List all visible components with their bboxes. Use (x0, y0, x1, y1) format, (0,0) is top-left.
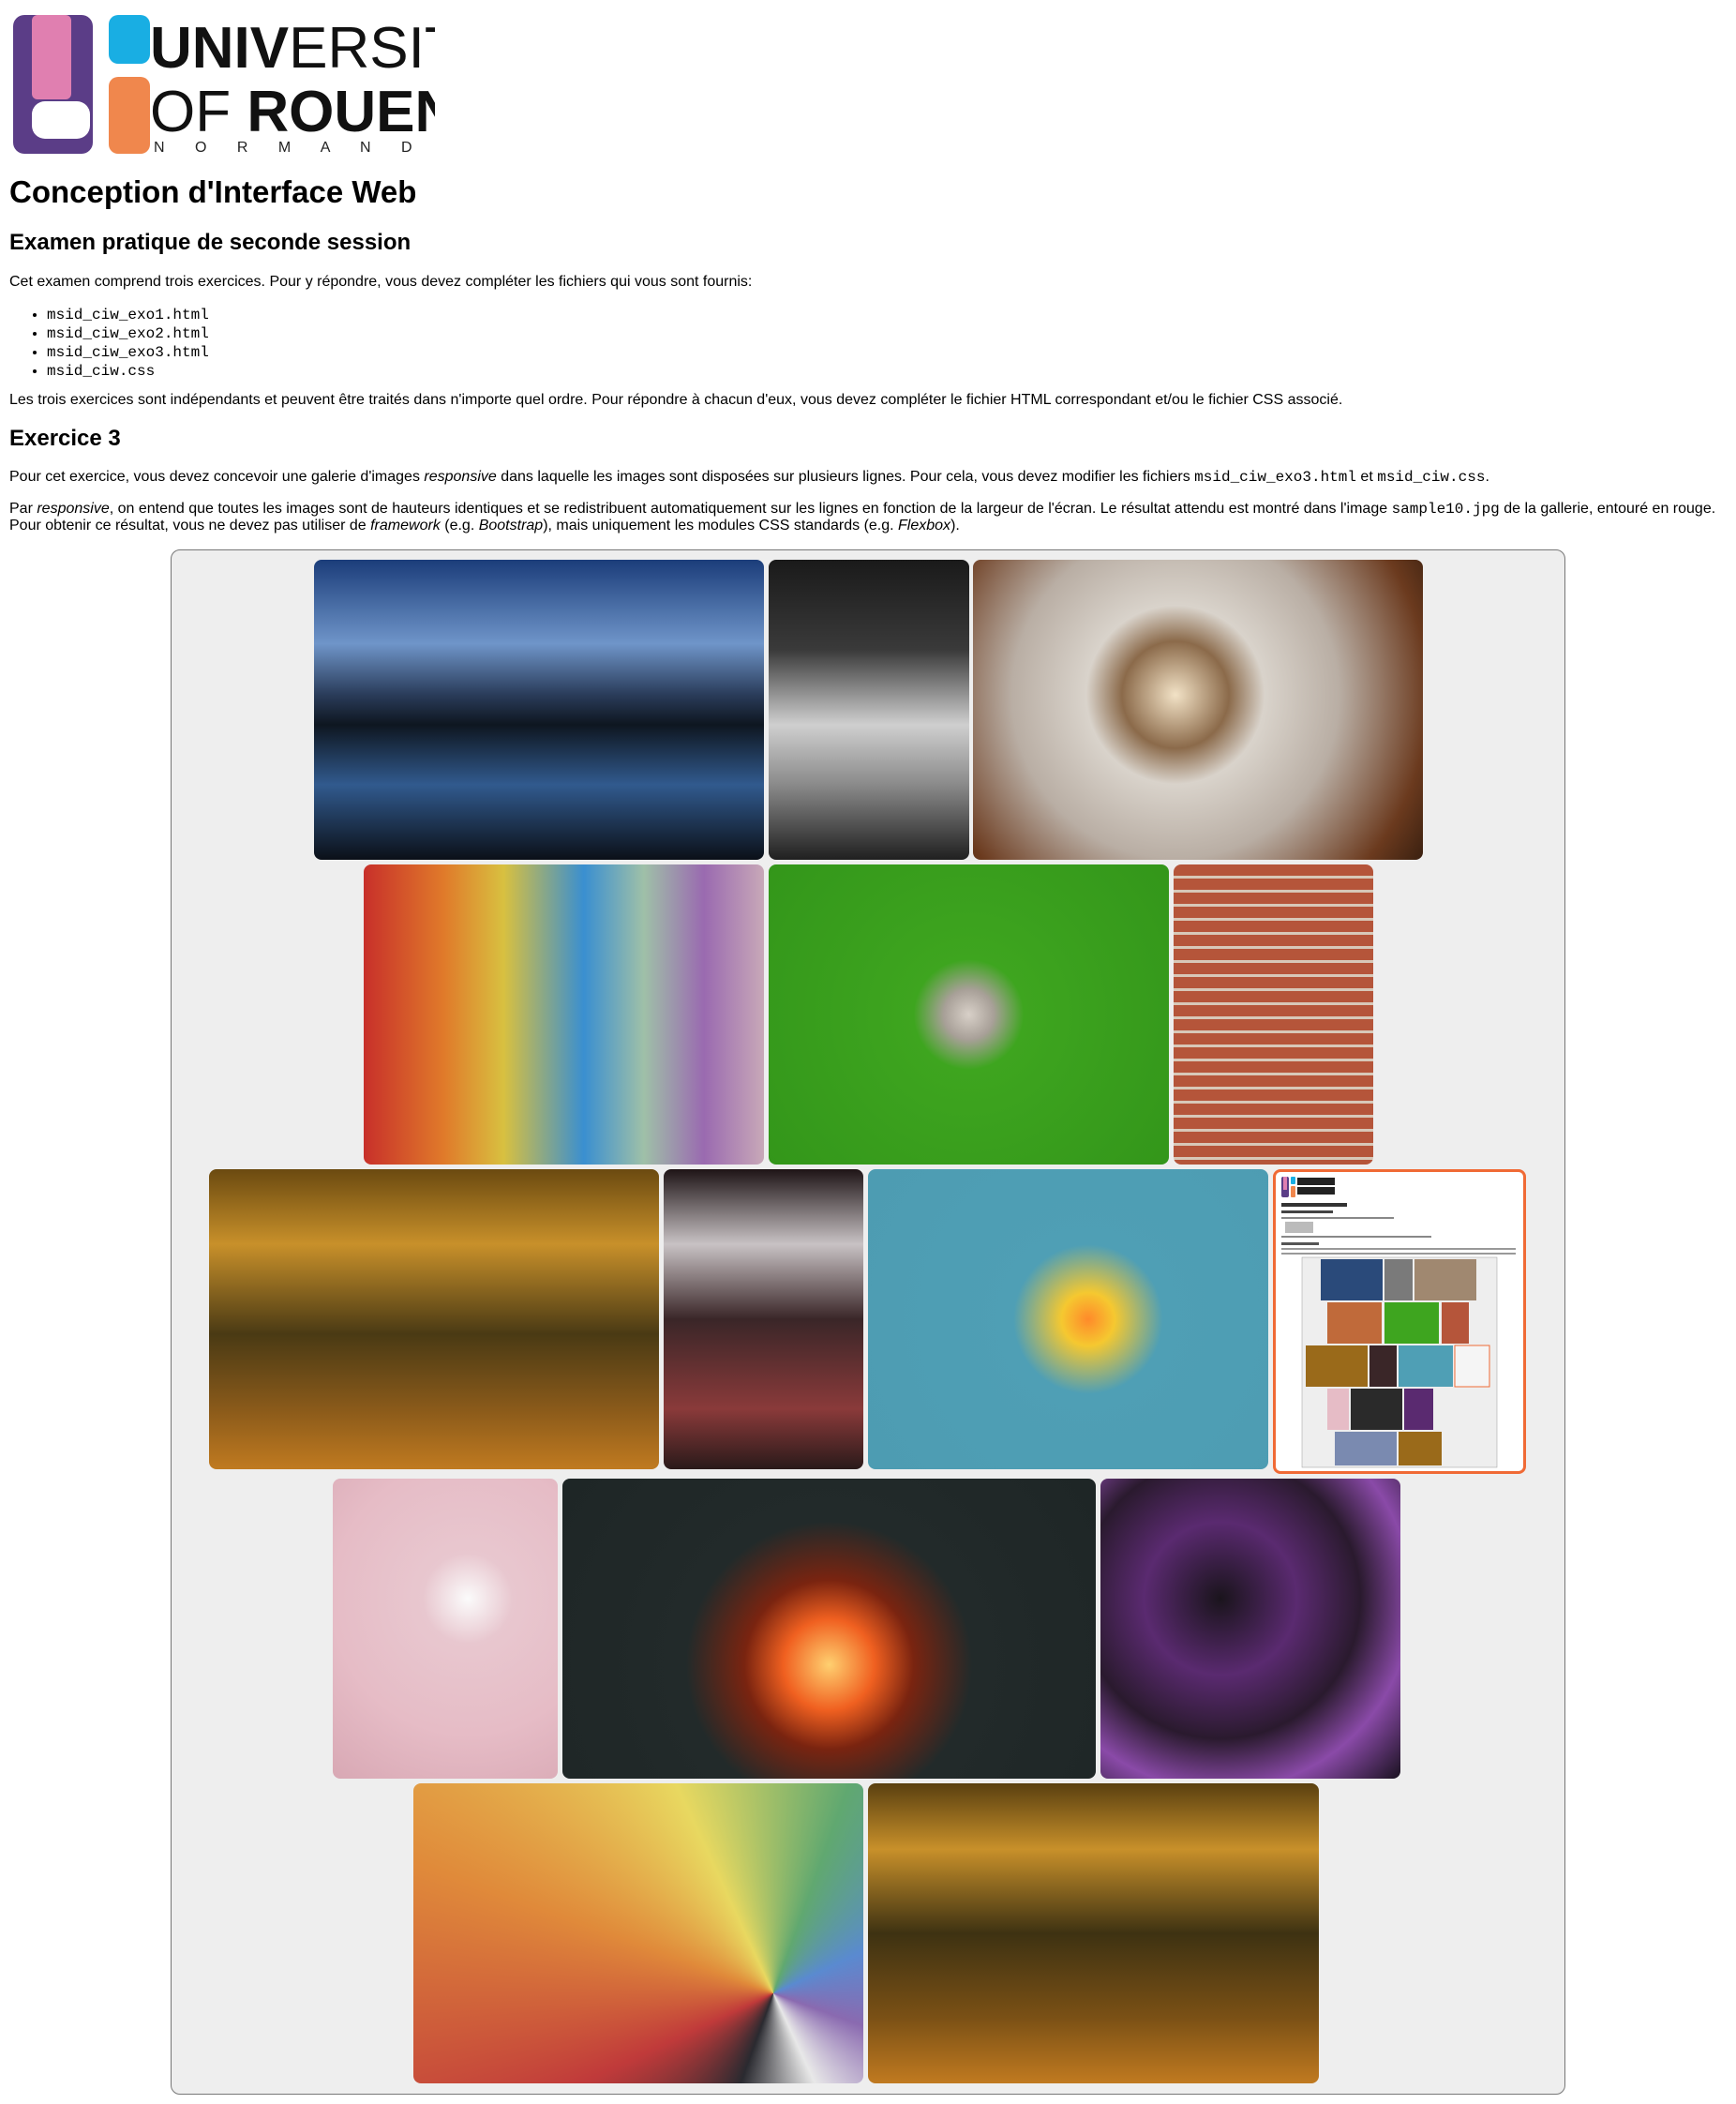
thumb-img (1399, 1432, 1442, 1465)
thumb-img (1384, 1259, 1413, 1300)
lab-pipettes-image[interactable] (769, 560, 969, 860)
purple-abstract-image[interactable] (1100, 1479, 1400, 1779)
exercise-title: Exercice 3 (9, 426, 121, 451)
exercise-description: Pour cet exercice, vous devez concevoir … (9, 469, 1489, 486)
lake-sunset-image[interactable] (314, 560, 764, 860)
image-gallery (171, 549, 1565, 2095)
sample10-thumbnail (1281, 1177, 1516, 1468)
responsive-description: Par responsive, on entend que toutes les… (9, 501, 1716, 534)
thumb-logo-orange (1291, 1186, 1295, 1197)
sample10-screenshot-image[interactable] (1273, 1169, 1526, 1474)
filename-code: msid_ciw_exo3.html (1194, 469, 1356, 486)
logo-gap (32, 101, 90, 139)
thumb-logo-cyan (1291, 1177, 1295, 1184)
file-list: msid_ciw_exo1.html msid_ciw_exo2.html ms… (9, 306, 209, 381)
thumb-img (1414, 1259, 1476, 1300)
thumb-img (1442, 1302, 1469, 1344)
autumn-forest-path-image-2[interactable] (868, 1783, 1319, 2083)
thumb-text (1281, 1248, 1516, 1250)
thumb-subtitle (1281, 1210, 1333, 1213)
logo-line2: OF ROUEN (150, 80, 435, 144)
logo-pink-block (32, 15, 71, 99)
logo-cyan-block (109, 15, 150, 64)
thumb-img (1351, 1389, 1402, 1430)
colorful-tiles-image[interactable] (364, 864, 764, 1165)
file-item: msid_ciw_exo1.html (47, 306, 209, 324)
thumb-img (1321, 1259, 1383, 1300)
independence-text: Les trois exercices sont indépendants et… (9, 392, 1343, 408)
thumb-logo-text1 (1297, 1178, 1335, 1185)
file-item: msid_ciw_exo2.html (47, 324, 209, 343)
test-tubes-image[interactable] (868, 1169, 1268, 1469)
thumb-text (1281, 1242, 1319, 1245)
thumb-img (1399, 1345, 1453, 1387)
thumb-logo-text2 (1297, 1187, 1335, 1195)
green-pills-image[interactable] (769, 864, 1169, 1165)
file-item: msid_ciw_exo3.html (47, 343, 209, 362)
autumn-forest-path-image[interactable] (209, 1169, 659, 1469)
university-logo: UNIVERSITY OF ROUEN N O R M A N D Y (13, 15, 435, 156)
page-subtitle: Examen pratique de seconde session (9, 230, 412, 255)
thumb-text (1281, 1217, 1394, 1219)
thumb-text (1281, 1236, 1431, 1238)
filename-code: msid_ciw.css (1377, 469, 1486, 486)
intro-text: Cet examen comprend trois exercices. Pou… (9, 274, 753, 290)
thumb-img (1335, 1432, 1397, 1465)
coffee-cups-image[interactable] (973, 560, 1423, 860)
thumb-text (1281, 1253, 1516, 1255)
logo-line1: UNIVERSITY (150, 16, 435, 81)
restaurant-window-image[interactable] (664, 1169, 863, 1469)
thumb-img (1327, 1302, 1382, 1344)
page-title: Conception d'Interface Web (9, 174, 417, 209)
thumb-img (1369, 1345, 1397, 1387)
logo-line3: N O R M A N D Y (154, 140, 435, 156)
thumb-logo-pink (1283, 1177, 1287, 1190)
thumb-img (1404, 1389, 1433, 1430)
logo-orange-block (109, 77, 150, 154)
campfire-image[interactable] (562, 1479, 1096, 1779)
painted-brick-wall-image[interactable] (1174, 864, 1373, 1165)
color-swatch-fan-image[interactable] (413, 1783, 863, 2083)
thumb-img (1327, 1389, 1349, 1430)
filename-code: sample10.jpg (1391, 501, 1500, 518)
thumb-img (1454, 1345, 1490, 1388)
file-item: msid_ciw.css (47, 362, 209, 381)
thumb-img (1384, 1302, 1439, 1344)
thumb-title (1281, 1203, 1347, 1207)
thumb-img (1306, 1345, 1368, 1387)
pigment-dishes-image[interactable] (333, 1479, 558, 1779)
thumb-list (1285, 1222, 1313, 1233)
